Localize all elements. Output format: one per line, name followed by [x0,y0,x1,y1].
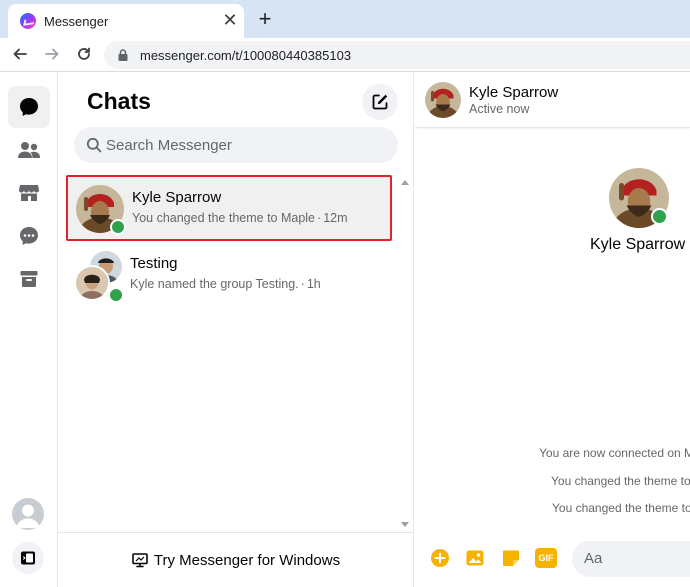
profile-avatar-button[interactable] [12,498,44,530]
conversation-title[interactable]: Kyle Sparrow [469,84,558,101]
browser-tab[interactable]: Messenger ✕ [8,4,244,38]
forward-button[interactable] [40,42,64,66]
rail-archive-button[interactable] [8,258,50,300]
rail-people-button[interactable] [8,129,50,171]
compose-icon [372,94,388,110]
conversation-panel: Kyle Sparrow Active now Kyle Sparrow You… [415,72,690,587]
search-box [74,127,398,163]
message-placeholder: Aa [584,550,603,567]
system-message: You changed the theme to [552,501,690,515]
nav-rail [0,72,58,587]
system-message: You are now connected on M [539,446,690,460]
address-bar[interactable]: messenger.com/t/100080440385103 [104,41,690,69]
group-member-image [76,267,108,299]
online-status-dot [651,208,668,225]
search-input[interactable] [106,127,386,163]
conversation-name: Testing [130,255,178,272]
messenger-logo-icon [20,13,36,29]
marketplace-icon [19,185,39,201]
default-avatar-icon [16,504,40,528]
kyle-avatar-image [425,82,461,118]
reload-icon [78,47,90,60]
online-status-dot [110,219,126,235]
online-status-dot [108,287,124,303]
search-icon [86,137,102,153]
conversation-snippet: Kyle named the group Testing. · 1h [130,277,321,291]
message-composer: GIF Aa [415,534,690,587]
scroll-up-arrow-icon[interactable] [401,180,409,185]
sidebar-toggle-button[interactable] [12,542,44,574]
rail-chats-button[interactable] [8,86,50,128]
back-button[interactable] [8,42,32,66]
sticker-icon[interactable] [501,548,521,568]
image-icon[interactable] [465,548,485,568]
profile-name: Kyle Sparrow [590,236,686,253]
arrow-right-icon [45,48,59,60]
gif-button[interactable]: GIF [535,548,557,568]
requests-icon [20,227,38,245]
people-icon [18,142,40,158]
snippet-text: Kyle named the group Testing. [130,277,299,291]
try-windows-text: Try Messenger for Windows [153,551,341,569]
new-tab-button[interactable]: + [254,6,276,32]
archive-icon [20,271,38,287]
tab-title: Messenger [44,14,109,29]
close-tab-icon[interactable]: ✕ [220,10,240,30]
sidebar-toggle-icon [21,551,35,565]
system-message: You changed the theme to [551,474,690,488]
conversation-header: Kyle Sparrow Active now [415,72,690,128]
chat-list-scrollbar[interactable] [398,176,412,534]
snippet-time: 12m [323,211,348,225]
page-title: Chats [87,88,151,114]
browser-toolbar: messenger.com/t/100080440385103 [0,38,690,72]
try-windows-link[interactable]: Try Messenger for Windows [58,532,414,587]
snippet-text: You changed the theme to Maple [132,211,316,225]
chats-icon [20,98,38,116]
desktop-icon [132,553,148,568]
messenger-app: Chats Kyle Sparrow You changed [0,72,690,587]
url-text: messenger.com/t/100080440385103 [140,48,352,63]
arrow-left-icon [13,48,27,60]
message-input[interactable]: Aa [572,541,690,577]
browser-tab-strip: Messenger ✕ + [0,0,690,38]
snippet-time: 1h [306,277,321,291]
conversation-item-testing[interactable]: Testing Kyle named the group Testing. · 1h [66,243,392,309]
lock-icon[interactable] [116,48,130,62]
scroll-down-arrow-icon[interactable] [401,522,409,527]
reload-button[interactable] [72,42,96,66]
group-avatar-front [74,265,110,301]
header-avatar[interactable] [425,82,461,118]
conversation-name: Kyle Sparrow [132,189,222,206]
new-message-button[interactable] [362,84,398,120]
chat-list-panel: Chats Kyle Sparrow You changed [58,72,414,587]
active-status: Active now [469,102,530,116]
rail-requests-button[interactable] [8,215,50,257]
rail-marketplace-button[interactable] [8,172,50,214]
conversation-snippet: You changed the theme to Maple · 12m [132,211,348,225]
plus-circle-icon[interactable] [430,548,450,568]
conversation-item-kyle-sparrow[interactable]: Kyle Sparrow You changed the theme to Ma… [66,175,392,241]
